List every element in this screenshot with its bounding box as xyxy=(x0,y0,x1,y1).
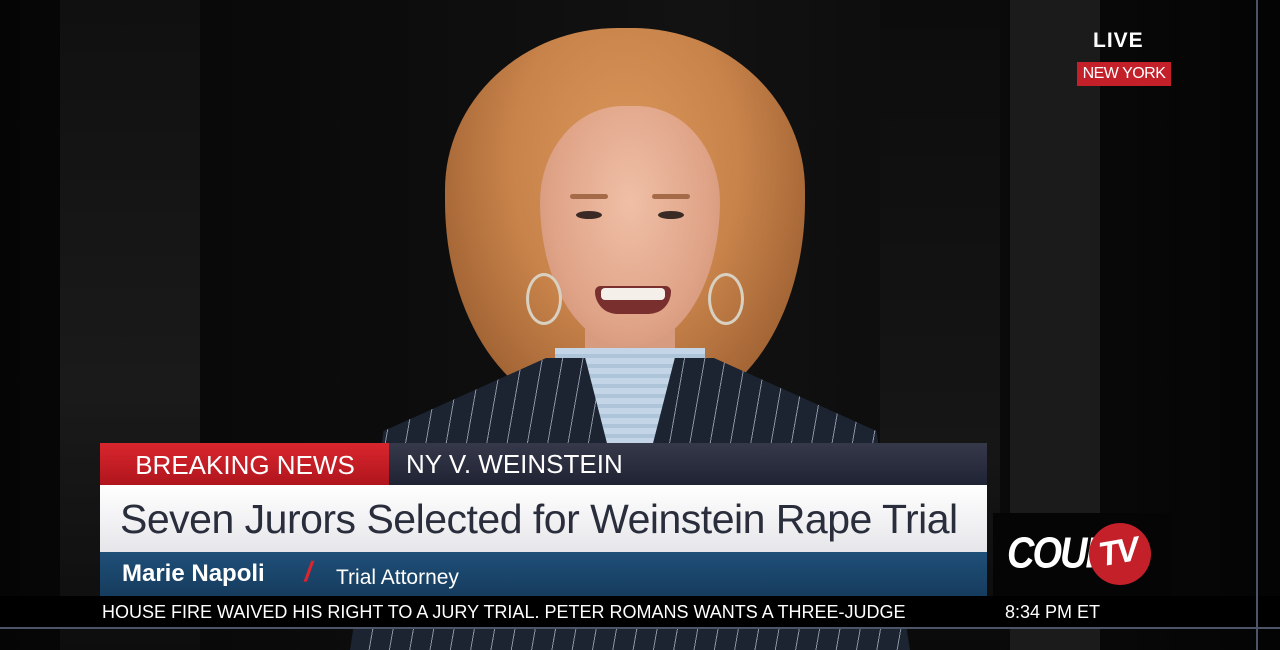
logo-tv-text: TV xyxy=(1095,530,1140,575)
lower-third-top-bar: BREAKING NEWS NY V. WEINSTEIN xyxy=(100,443,987,485)
headline-text: Seven Jurors Selected for Weinstein Rape… xyxy=(120,496,958,542)
story-topic: NY V. WEINSTEIN xyxy=(406,449,623,479)
broadcast-clock: 8:34 PM ET xyxy=(1005,602,1101,622)
guest-name-bar: Marie Napoli / Trial Attorney xyxy=(100,552,987,596)
ticker-text: A HOUSE FIRE WAIVED HIS RIGHT TO A JURY … xyxy=(100,602,906,622)
location-badge: NEW YORK xyxy=(1077,62,1171,86)
earring-icon xyxy=(526,273,562,325)
earring-icon xyxy=(708,273,744,325)
guest-mouth xyxy=(595,286,671,314)
guest-title: Trial Attorney xyxy=(336,566,459,589)
slash-divider-icon: / xyxy=(302,556,316,587)
frame-border-bottom xyxy=(0,627,1280,629)
frame-border-right xyxy=(1256,0,1258,650)
breaking-news-badge: BREAKING NEWS xyxy=(100,443,389,485)
video-frame: LIVE NEW YORK BREAKING NEWS NY V. WEINST… xyxy=(0,0,1280,650)
channel-logo: COURT TV xyxy=(993,513,1171,596)
guest-brow xyxy=(570,194,608,199)
headline-bar: Seven Jurors Selected for Weinstein Rape… xyxy=(100,485,987,552)
live-indicator: LIVE xyxy=(1093,29,1144,52)
guest-eye xyxy=(576,211,602,219)
breaking-news-label: BREAKING NEWS xyxy=(135,450,355,480)
guest-eye xyxy=(658,211,684,219)
ticker-crawl: A HOUSE FIRE WAIVED HIS RIGHT TO A JURY … xyxy=(100,596,987,628)
news-ticker: A HOUSE FIRE WAIVED HIS RIGHT TO A JURY … xyxy=(0,596,1280,628)
guest-brow xyxy=(652,194,690,199)
guest-name: Marie Napoli xyxy=(122,560,265,587)
